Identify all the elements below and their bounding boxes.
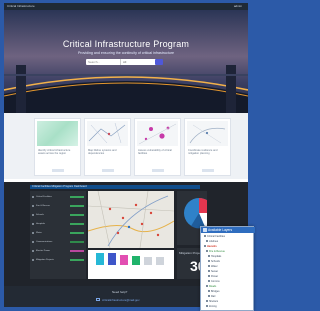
list-item[interactable]: Mitigation Projects [32, 258, 84, 262]
map-thumbnail [137, 121, 178, 146]
search-button[interactable] [155, 59, 163, 65]
layer-item[interactable]: Roads [206, 285, 216, 288]
layer-item[interactable]: Power [208, 275, 218, 278]
card-button[interactable] [202, 169, 214, 172]
layer-item[interactable]: Hospitals [208, 255, 221, 258]
card-text: Assess vulnerability of critical facilit… [138, 149, 172, 156]
layer-item[interactable]: Critical Facilities [204, 235, 225, 238]
card-text: Map lifeline systems and dependencies [88, 149, 117, 156]
category-select[interactable]: All [120, 59, 154, 65]
layers-panel-title: Available Layers [208, 228, 233, 232]
layer-item[interactable]: Rail [208, 295, 215, 298]
layer-item[interactable]: Bridges [208, 290, 219, 293]
layers-icon [203, 228, 207, 232]
layer-item[interactable]: Sewer [208, 270, 218, 273]
card-button[interactable] [52, 169, 64, 172]
hero-subtitle: Providing and ensuring the continuity of… [77, 51, 175, 55]
layer-item[interactable]: Shelters [206, 300, 218, 303]
layer-item[interactable]: Schools [208, 260, 220, 263]
layer-item[interactable]: Fire & Rescue [206, 250, 225, 253]
card-button[interactable] [152, 169, 164, 172]
feature-card[interactable]: Assess vulnerability of critical facilit… [134, 118, 181, 176]
feature-card[interactable]: Map lifeline systems and dependencies [84, 118, 131, 176]
map-thumbnail [37, 121, 78, 146]
layer-item[interactable]: Water [208, 265, 218, 268]
dashboard-title: Critical Facilities Mitigation Program D… [30, 185, 200, 189]
list-item[interactable]: Water [32, 231, 84, 235]
top-navbar: Critical Infrastructure admin [4, 3, 248, 10]
card-text: Identify critical infrastructure assets … [38, 149, 71, 156]
list-item[interactable]: Schools [32, 213, 84, 217]
brand-link[interactable]: Critical Infrastructure [7, 4, 35, 8]
contact-email-link[interactable]: criticalinfrastructure@mail.gov [102, 298, 140, 302]
hero-title: Critical Infrastructure Program [62, 39, 190, 49]
map-thumbnail [87, 121, 128, 146]
layer-item[interactable]: Comms [208, 280, 220, 283]
layer-item[interactable]: Hazards [204, 245, 217, 248]
feature-card[interactable]: Identify critical infrastructure assets … [34, 118, 81, 176]
list-item[interactable]: Electric Power [32, 249, 84, 253]
feature-cards: Identify critical infrastructure assets … [4, 113, 248, 179]
help-heading: Need help? [112, 290, 128, 294]
layers-panel: Available Layers Critical Facilities Lif… [200, 226, 255, 311]
map-thumbnail [187, 121, 228, 146]
dashboard-map[interactable] [87, 190, 175, 249]
user-menu[interactable]: admin [234, 3, 242, 10]
card-button[interactable] [102, 169, 114, 172]
card-text: Coordinate resilience and mitigation pla… [188, 149, 218, 156]
layers-panel-header: Available Layers [201, 227, 255, 233]
feature-card[interactable]: Coordinate resilience and mitigation pla… [184, 118, 231, 176]
dashboard-list-panel: Critical Facilities Fire & Rescue School… [30, 191, 86, 279]
list-item[interactable]: Communications [32, 240, 84, 244]
dashboard-bar-chart [88, 250, 174, 279]
mail-icon [96, 298, 100, 301]
layer-item[interactable]: Zoning [206, 305, 217, 308]
layer-item[interactable]: Lifelines [206, 240, 218, 243]
list-item[interactable]: Critical Facilities [32, 195, 84, 199]
list-item[interactable]: Fire & Rescue [32, 204, 84, 208]
list-item[interactable]: Hospitals [32, 222, 84, 226]
hero-banner: Critical Infrastructure Program Providin… [4, 10, 248, 113]
